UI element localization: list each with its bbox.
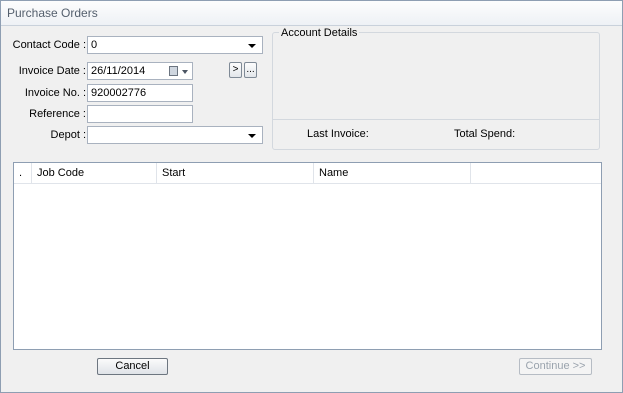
depot-label: Depot : — [50, 129, 86, 141]
calendar-icon[interactable] — [169, 66, 178, 76]
total-spend-label: Total Spend: — [454, 128, 516, 140]
chevron-down-icon[interactable] — [182, 70, 188, 74]
invoice-date-value: 26/11/2014 — [91, 65, 146, 77]
reference-label: Reference : — [29, 108, 86, 120]
grid-header: . Job Code Start Name — [14, 163, 601, 184]
last-invoice-label: Last Invoice: — [307, 128, 369, 140]
chevron-down-icon — [248, 44, 256, 48]
account-details-legend: Account Details — [279, 27, 360, 39]
invoice-no-label: Invoice No. : — [24, 87, 86, 99]
column-header-label: Start — [162, 167, 186, 179]
column-header-start[interactable]: Start — [157, 163, 314, 183]
contact-code-dropdown[interactable]: 0 — [87, 36, 263, 54]
column-header-label: Job Code — [37, 167, 85, 179]
column-header-job-code[interactable]: Job Code — [32, 163, 157, 183]
continue-button[interactable]: Continue >> — [519, 358, 592, 375]
invoice-date-label: Invoice Date : — [18, 65, 86, 77]
contact-code-value: 0 — [91, 39, 98, 51]
invoice-no-value: 920002776 — [91, 87, 147, 99]
window-title: Purchase Orders — [7, 6, 98, 20]
reference-field[interactable] — [87, 105, 193, 123]
invoice-no-field[interactable]: 920002776 — [87, 84, 193, 102]
cancel-button[interactable]: Cancel — [97, 358, 168, 375]
column-header-label: . — [19, 167, 23, 179]
browse-button[interactable]: ... — [244, 62, 257, 78]
column-header-label: Name — [319, 167, 349, 179]
contact-code-label: Contact Code : — [12, 39, 86, 51]
group-divider — [273, 119, 599, 120]
invoice-date-picker[interactable]: 26/11/2014 — [87, 62, 193, 80]
column-header-extra[interactable] — [471, 163, 601, 183]
purchase-orders-window: Purchase Orders Contact Code : 0 Invoice… — [0, 0, 623, 393]
next-button[interactable]: > — [229, 62, 242, 78]
depot-dropdown[interactable] — [87, 126, 263, 144]
chevron-down-icon — [248, 134, 256, 138]
column-header-indicator[interactable]: . — [14, 163, 32, 183]
title-bar: Purchase Orders — [1, 1, 622, 26]
column-header-name[interactable]: Name — [314, 163, 471, 183]
jobs-grid[interactable]: . Job Code Start Name — [13, 162, 602, 350]
account-details-group: Account Details Last Invoice: Total Spen… — [272, 27, 600, 150]
